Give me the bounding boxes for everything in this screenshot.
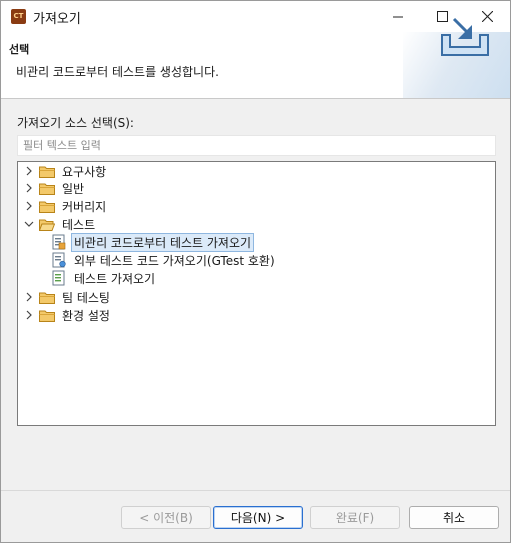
tree-leaf-import-test[interactable]: 테스트 가져오기 (52, 269, 158, 287)
banner-title: 선택 (9, 43, 30, 56)
source-select-label: 가져오기 소스 선택(S): (17, 116, 134, 130)
tree-node-preferences[interactable]: 환경 설정 (23, 306, 113, 324)
wizard-banner: 선택 비관리 코드로부터 테스트를 생성합니다. (1, 32, 510, 99)
folder-icon (39, 310, 55, 322)
folder-open-icon (39, 219, 55, 231)
external-test-import-icon (52, 252, 66, 268)
footer-divider (1, 490, 510, 491)
tree-node-team-testing[interactable]: 팀 테스팅 (23, 288, 113, 306)
app-icon: CT (11, 9, 26, 24)
minimize-icon (392, 16, 403, 18)
filter-input[interactable] (17, 135, 496, 156)
chevron-right-icon[interactable] (23, 162, 35, 180)
tree-node-requirements[interactable]: 요구사항 (23, 162, 109, 180)
tree-node-label: 테스트 (62, 217, 96, 232)
tree-leaf-import-external[interactable]: 외부 테스트 코드 가져오기(GTest 호환) (52, 251, 278, 269)
import-source-tree[interactable]: 요구사항 일반 커버리지 테스트 비관리 코드로부터 테스트 가져오기 외부 테… (17, 161, 496, 426)
window-title: 가져오기 (33, 12, 81, 27)
import-dialog: CT 가져오기 선택 비관리 코드로부터 테스트를 생성합니다. 가져오기 소스… (0, 0, 511, 543)
tree-node-coverage[interactable]: 커버리지 (23, 197, 109, 215)
back-button[interactable]: < 이전(B) (121, 506, 211, 529)
tree-node-label: 일반 (62, 181, 85, 196)
finish-button[interactable]: 완료(F) (310, 506, 400, 529)
unmanaged-import-icon (52, 234, 66, 250)
chevron-right-icon[interactable] (23, 179, 35, 197)
tree-node-label: 커버리지 (62, 199, 107, 214)
folder-icon (39, 166, 55, 178)
tree-leaf-label: 외부 테스트 코드 가져오기(GTest 호환) (74, 253, 275, 268)
tree-leaf-label: 테스트 가져오기 (74, 271, 156, 286)
tree-leaf-label: 비관리 코드로부터 테스트 가져오기 (71, 232, 255, 252)
chevron-right-icon[interactable] (23, 288, 35, 306)
cancel-button[interactable]: 취소 (409, 506, 499, 529)
chevron-right-icon[interactable] (23, 306, 35, 324)
next-button[interactable]: 다음(N) > (213, 506, 303, 529)
chevron-right-icon[interactable] (23, 197, 35, 215)
tree-node-general[interactable]: 일반 (23, 179, 87, 197)
test-import-icon (52, 270, 65, 286)
minimize-button[interactable] (375, 1, 421, 32)
chevron-down-icon[interactable] (23, 215, 35, 233)
tree-node-label: 팀 테스팅 (62, 290, 110, 305)
banner-description: 비관리 코드로부터 테스트를 생성합니다. (16, 65, 219, 79)
title-bar: CT 가져오기 (1, 1, 510, 32)
folder-icon (39, 201, 55, 213)
tree-node-test[interactable]: 테스트 (23, 215, 98, 233)
tree-leaf-import-unmanaged[interactable]: 비관리 코드로부터 테스트 가져오기 (52, 232, 255, 252)
folder-icon (39, 292, 55, 304)
tree-node-label: 환경 설정 (62, 308, 110, 323)
folder-icon (39, 183, 55, 195)
import-wizard-icon (441, 17, 489, 56)
